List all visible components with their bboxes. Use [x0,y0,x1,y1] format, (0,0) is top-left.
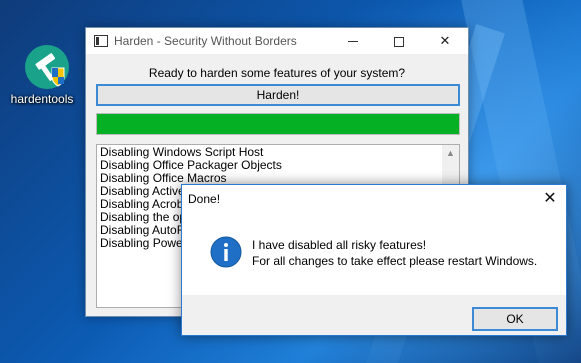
status-prompt: Ready to harden some features of your sy… [148,66,406,80]
dialog-message-line2: For all changes to take effect please re… [252,254,538,268]
desktop-shortcut-label: hardentools [10,92,74,106]
scroll-up-arrow-icon[interactable]: ▲ [442,145,459,162]
dialog-titlebar[interactable]: Done! ✕ [182,185,566,213]
window-titlebar[interactable]: Harden - Security Without Borders ✕ [86,28,468,54]
window-title: Harden - Security Without Borders [114,34,297,48]
app-window-icon [94,35,108,47]
info-icon [210,236,242,268]
maximize-button[interactable] [376,28,422,54]
progress-bar-fill [97,114,459,134]
dialog-close-button[interactable]: ✕ [536,185,564,213]
dialog-title: Done! [188,192,221,206]
ok-button[interactable]: OK [472,307,558,331]
minimize-icon [348,41,358,43]
maximize-icon [394,36,404,47]
dialog-body: I have disabled all risky features! For … [182,213,566,295]
done-dialog: Done! ✕ I have disabled all risky featur… [181,184,567,336]
progress-bar [96,113,460,135]
dialog-message-line1: I have disabled all risky features! [252,238,427,252]
desktop-shortcut-hardentools[interactable]: hardentools [6,40,78,112]
minimize-button[interactable] [330,28,376,54]
harden-button[interactable]: Harden! [96,84,460,106]
close-button[interactable]: ✕ [422,28,468,54]
hammer-shield-icon [24,44,70,90]
